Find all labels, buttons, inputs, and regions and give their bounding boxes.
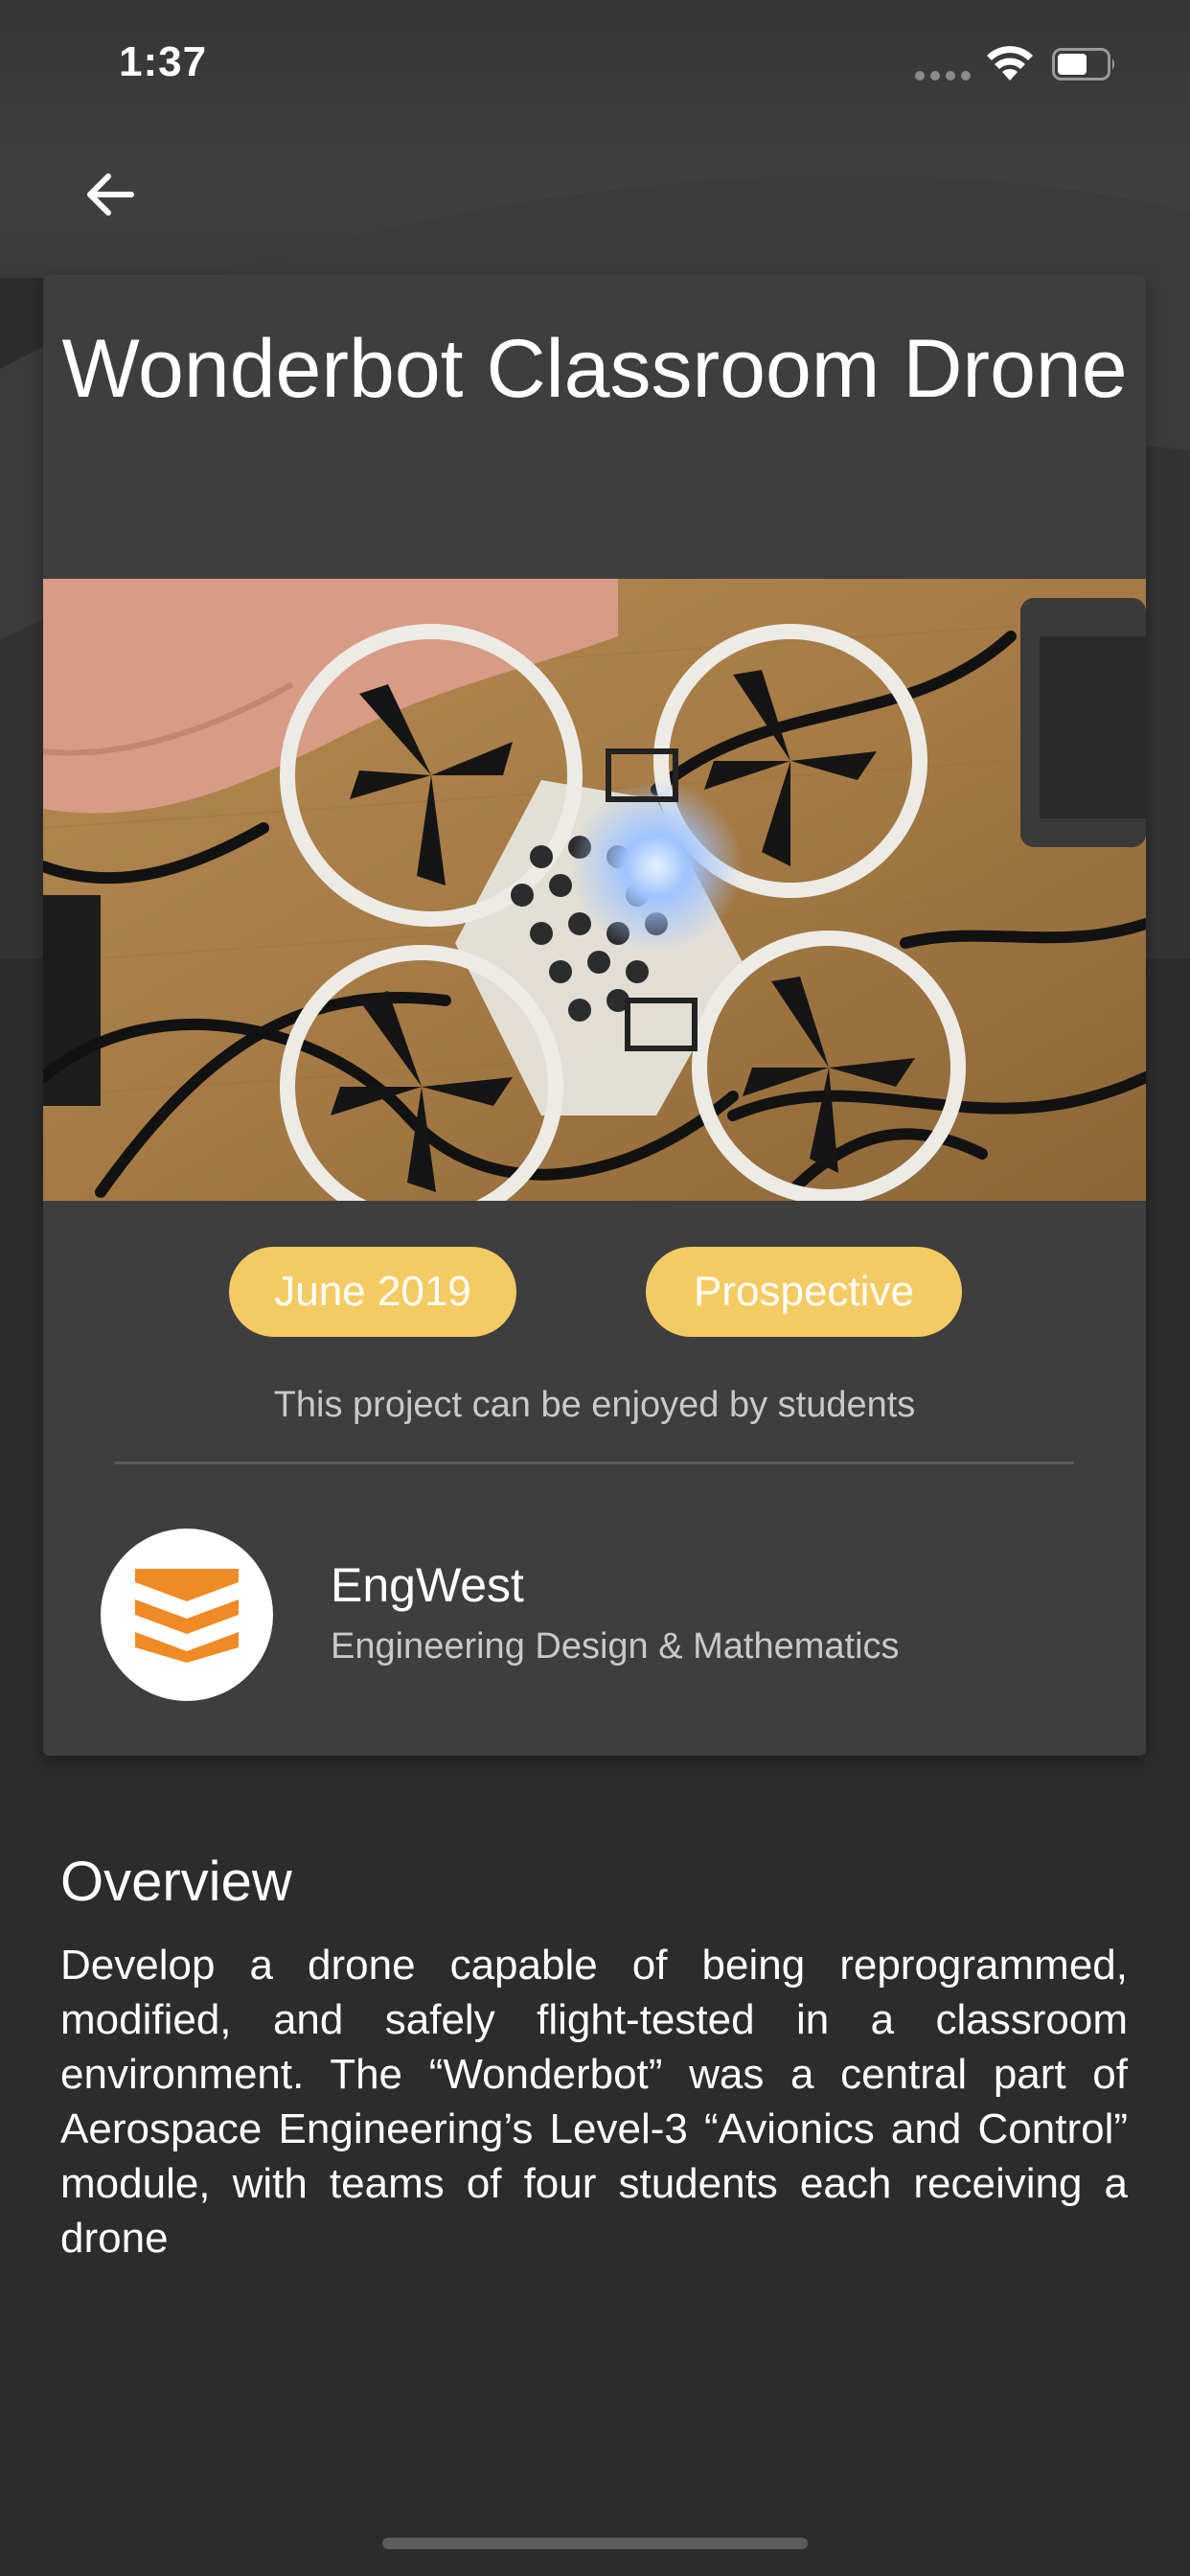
overview-body: Develop a drone capable of being reprogr… [60, 1942, 1128, 2262]
status-chip: Prospective [646, 1247, 962, 1337]
audience-text: This project can be enjoyed by students [273, 1385, 916, 1425]
overview-heading: Overview [60, 1851, 292, 1913]
project-photo [43, 579, 1146, 1201]
status-time: 1:37 [119, 38, 208, 85]
project-title: Wonderbot Classroom Drone [61, 323, 1128, 415]
drone-photo-illustration [43, 579, 1146, 1201]
battery-icon [1052, 48, 1114, 80]
organisation-name[interactable]: EngWest [331, 1557, 524, 1613]
back-button[interactable] [77, 161, 144, 228]
divider [115, 1461, 1074, 1464]
organisation-department: Engineering Design & Mathematics [331, 1626, 900, 1667]
date-chip: June 2019 [229, 1247, 516, 1337]
project-card: Wonderbot Classroom Drone June 2019 Pros… [43, 275, 1146, 1756]
home-indicator[interactable] [382, 2538, 808, 2549]
status-bar: 1:37 [0, 0, 1190, 134]
wifi-icon [987, 46, 1033, 80]
cellular-signal-icon [915, 71, 971, 80]
engwest-logo-icon[interactable] [101, 1529, 273, 1701]
arrow-left-icon [87, 173, 134, 216]
engwest-logo-mark [135, 1569, 239, 1663]
